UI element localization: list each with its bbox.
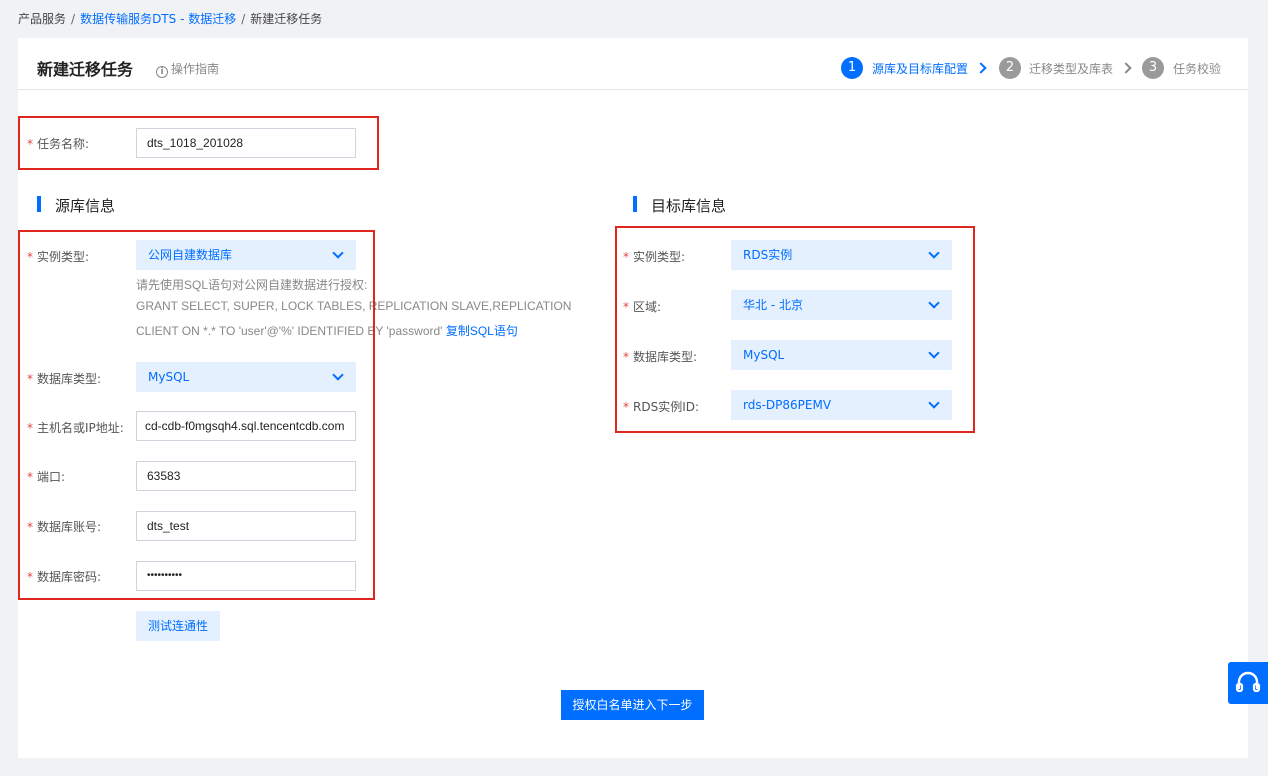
breadcrumb: 产品服务 / 数据传输服务DTS - 数据迁移 / 新建迁移任务	[18, 10, 322, 27]
breadcrumb-current: 新建迁移任务	[250, 12, 323, 26]
step-2-label: 迁移类型及库表	[1029, 62, 1114, 76]
guide-label: 操作指南	[171, 62, 220, 76]
help-float-button[interactable]	[1228, 662, 1268, 704]
breadcrumb-separator: /	[71, 12, 76, 26]
breadcrumb-separator: /	[241, 12, 246, 26]
step-2-number: 2	[999, 57, 1021, 79]
source-section-title: 源库信息	[55, 197, 116, 215]
step-3-number: 3	[1142, 57, 1164, 79]
test-connection-button[interactable]: 测试连通性	[136, 611, 220, 641]
step-arrow-icon	[975, 62, 987, 74]
page-title: 新建迁移任务	[37, 60, 134, 79]
step-arrow-icon	[1120, 62, 1132, 74]
step-3-label: 任务校验	[1173, 62, 1222, 76]
breadcrumb-products[interactable]: 产品服务	[18, 12, 66, 26]
target-section-title: 目标库信息	[651, 197, 727, 215]
panel-header: 新建迁移任务 i 操作指南 1 源库及目标库配置 2 迁移类型及库表 3 任务校验	[18, 38, 1248, 90]
next-step-button[interactable]: 授权白名单进入下一步	[561, 690, 704, 720]
info-icon: i	[156, 66, 168, 78]
headset-icon	[1235, 671, 1261, 693]
annotation-box-source	[18, 230, 375, 600]
annotation-box-task	[18, 116, 379, 170]
section-marker	[633, 196, 637, 212]
annotation-box-target	[615, 226, 975, 433]
section-marker	[37, 196, 41, 212]
copy-sql-link[interactable]: 复制SQL语句	[446, 324, 518, 338]
breadcrumb-dts-migration[interactable]: 数据传输服务DTS - 数据迁移	[80, 12, 236, 26]
step-1-label: 源库及目标库配置	[872, 62, 969, 76]
guide-link[interactable]: i 操作指南	[156, 60, 219, 78]
step-1-number: 1	[841, 57, 863, 79]
